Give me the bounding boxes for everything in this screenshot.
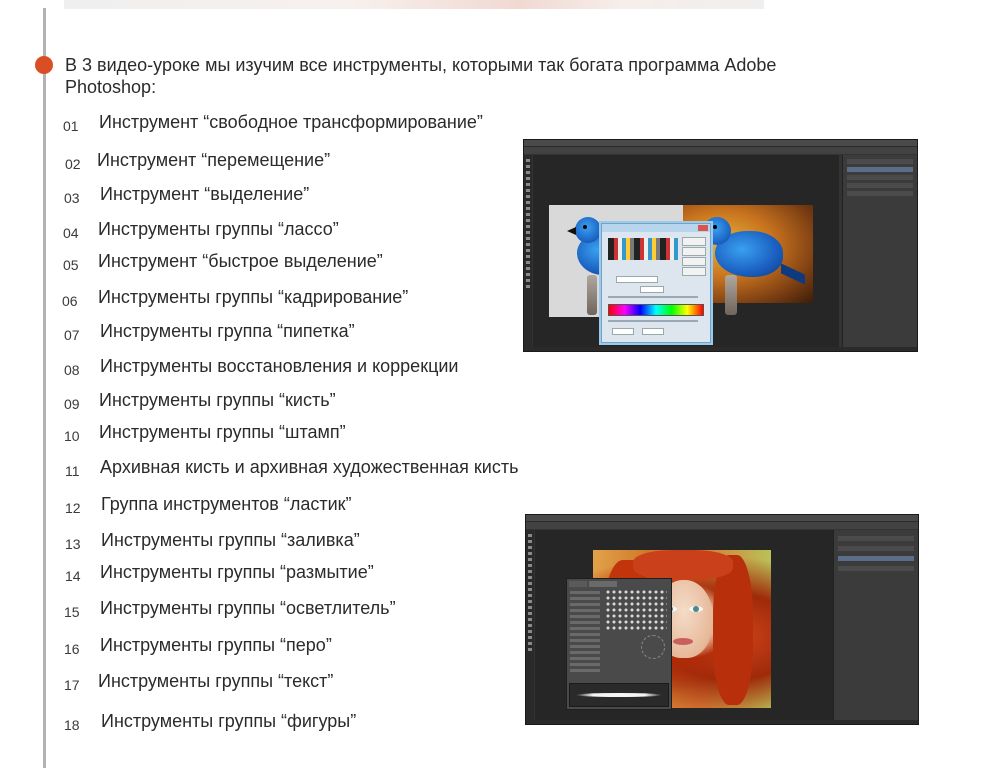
tool-number: 02: [65, 156, 81, 172]
tool-label: Инструменты группы “размытие”: [100, 562, 374, 582]
photoshop-screenshot-portrait: [525, 514, 919, 725]
ps-status-bar: [524, 347, 917, 351]
tool-number: 01: [63, 118, 79, 134]
tool-number: 04: [63, 225, 79, 241]
dialog-button: [682, 257, 706, 266]
tool-number: 18: [64, 717, 80, 733]
tool-label: Инструмент “свободное трансформирование”: [99, 112, 483, 132]
brush-angle-dial: [641, 635, 665, 659]
tool-number: 13: [65, 536, 81, 552]
dialog-field: [612, 328, 634, 335]
tool-label: Инструмент “выделение”: [100, 184, 310, 204]
tool-label: Инструмент “перемещение”: [97, 150, 331, 170]
tool-number: 08: [64, 362, 80, 378]
tool-number: 09: [64, 396, 80, 412]
top-banner-image: [64, 0, 764, 9]
ps-options-bar: [526, 522, 918, 529]
tool-number: 10: [64, 428, 80, 444]
tool-label: Инструмент “быстрое выделение”: [98, 251, 383, 271]
dialog-button: [682, 267, 706, 276]
tool-label: Инструменты группы “заливка”: [101, 530, 360, 550]
dialog-button: [682, 247, 706, 256]
dialog-field: [640, 286, 664, 293]
ps-menubar: [524, 140, 917, 147]
photoshop-screenshot-birds: [523, 139, 918, 352]
ps-status-bar: [526, 720, 918, 724]
tool-label: Инструменты группа “пипетка”: [100, 321, 355, 341]
tool-number: 03: [64, 190, 80, 206]
tool-number: 12: [65, 500, 81, 516]
dialog-titlebar: [602, 224, 710, 232]
brush-stroke-preview: [569, 683, 669, 707]
brush-tips-grid: [605, 589, 667, 631]
tool-number: 16: [64, 641, 80, 657]
tool-number: 06: [62, 293, 78, 309]
gradient-presets: [608, 238, 678, 260]
dialog-button: [682, 237, 706, 246]
dialog-field: [642, 328, 664, 335]
tool-label: Инструменты группы “кадрирование”: [98, 287, 409, 307]
tool-label: Инструменты группы “перо”: [100, 635, 332, 655]
tool-label: Инструменты группы “кисть”: [99, 390, 336, 410]
tool-label: Инструменты группы “лассо”: [98, 219, 339, 239]
close-icon: [698, 225, 708, 231]
tool-number: 15: [64, 604, 80, 620]
ps-canvas-area: [533, 155, 839, 347]
tool-label: Инструменты группы “текст”: [98, 671, 334, 691]
ps-options-bar: [524, 147, 917, 154]
ps-canvas-area: [535, 530, 833, 720]
ps-layers-panel: [842, 155, 917, 347]
tool-label: Инструменты восстановления и коррекции: [100, 356, 459, 376]
tool-label: Инструменты группы “осветлитель”: [100, 598, 396, 618]
tool-label: Инструменты группы “штамп”: [99, 422, 346, 442]
tool-number: 07: [64, 327, 80, 343]
timeline-line: [43, 8, 46, 768]
tool-label: Инструменты группы “фигуры”: [101, 711, 357, 731]
ps-toolbar: [526, 530, 534, 720]
gradient-editor-dialog: [601, 223, 711, 343]
ps-toolbar: [524, 155, 532, 347]
ps-menubar: [526, 515, 918, 522]
tool-number: 11: [65, 463, 80, 479]
tool-label: Архивная кисть и архивная художественная…: [100, 457, 519, 477]
tool-label: Группа инструментов “ластик”: [101, 494, 352, 514]
timeline-bullet: [35, 56, 53, 74]
tool-number: 17: [64, 677, 80, 693]
ps-layers-panel: [833, 530, 918, 720]
brush-presets-panel: [566, 578, 672, 710]
dialog-field: [616, 276, 658, 283]
lesson-intro: В 3 видео-уроке мы изучим все инструмент…: [65, 55, 777, 97]
tool-number: 05: [63, 257, 79, 273]
gradient-bar: [608, 304, 704, 316]
tool-number: 14: [65, 568, 81, 584]
